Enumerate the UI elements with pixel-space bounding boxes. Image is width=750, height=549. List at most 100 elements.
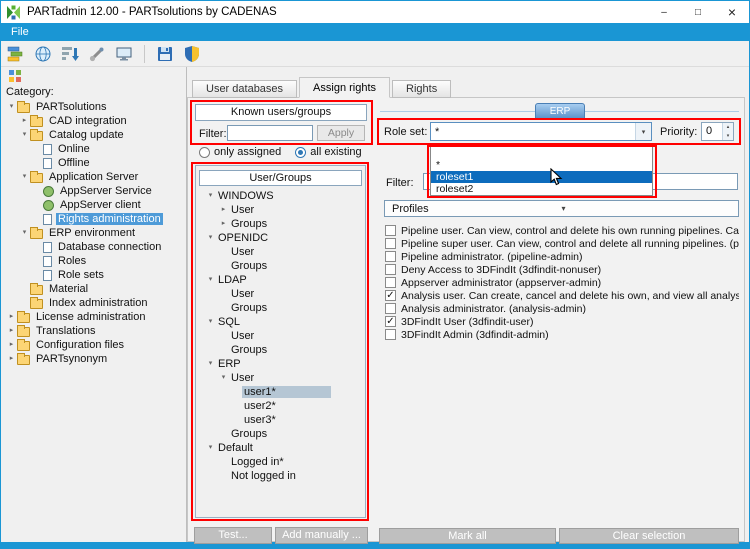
collapse-icon[interactable]: ▾ <box>205 315 216 329</box>
globe-icon[interactable] <box>33 44 53 64</box>
menu-file[interactable]: File <box>1 23 39 41</box>
category-tree-item[interactable]: ▸ License administration <box>4 310 185 324</box>
profile-checkbox[interactable] <box>385 303 396 314</box>
category-tree-item[interactable]: ▸ Translations <box>4 324 185 338</box>
profiles-header[interactable]: Profiles ▾ <box>384 200 739 217</box>
profile-checkbox[interactable]: ✓ <box>385 316 396 327</box>
tools-icon[interactable] <box>87 44 107 64</box>
category-tree-item[interactable]: Offline <box>4 156 185 170</box>
user-tree-item[interactable]: Groups <box>199 259 365 273</box>
roleset-option[interactable] <box>431 147 652 159</box>
user-tree-item[interactable]: User <box>199 329 365 343</box>
collapse-icon[interactable]: ▾ <box>205 357 216 371</box>
expand-icon[interactable]: ▸ <box>6 310 17 324</box>
user-tree-item[interactable]: ▾ Default <box>199 441 365 455</box>
apply-button[interactable]: Apply <box>317 125 365 141</box>
collapse-icon[interactable]: ▾ <box>205 189 216 203</box>
spinner-up-icon[interactable]: ▴ <box>723 123 733 132</box>
category-tree-item[interactable]: ▾ PARTsolutions <box>4 100 185 114</box>
category-tree-item[interactable]: Roles <box>4 254 185 268</box>
profile-checkbox[interactable] <box>385 225 396 236</box>
category-grid-icon[interactable] <box>8 69 22 86</box>
minimize-button[interactable]: – <box>647 1 681 23</box>
collapse-icon[interactable]: ▾ <box>205 273 216 287</box>
collapse-icon[interactable]: ▾ <box>218 371 229 385</box>
category-tree-item[interactable]: ▸ PARTsynonym <box>4 352 185 366</box>
user-tree-item[interactable]: ▾ SQL <box>199 315 365 329</box>
save-icon[interactable] <box>155 44 175 64</box>
user-tree-item[interactable]: ▸ User <box>199 203 365 217</box>
roleset-option[interactable]: roleset1 <box>431 171 652 183</box>
profile-checkbox[interactable]: ✓ <box>385 290 396 301</box>
radio-only-assigned[interactable] <box>199 146 210 158</box>
mark-all-button[interactable]: Mark all <box>379 528 556 544</box>
roleset-option[interactable]: roleset2 <box>431 183 652 195</box>
user-tree-item[interactable]: Groups <box>199 427 365 441</box>
expand-icon[interactable]: ▸ <box>6 338 17 352</box>
category-tree-item[interactable]: Database connection <box>4 240 185 254</box>
radio-all-existing[interactable] <box>295 146 307 158</box>
category-tree-item[interactable]: Material <box>4 282 185 296</box>
collapse-icon[interactable]: ▾ <box>205 231 216 245</box>
user-tree-item[interactable]: ▾ User <box>199 371 365 385</box>
category-tree-item[interactable]: ▸ CAD integration <box>4 114 185 128</box>
roleset-option[interactable]: * <box>431 159 652 171</box>
user-tree-item[interactable]: user3* <box>199 413 365 427</box>
catalog-icon[interactable] <box>6 44 26 64</box>
profile-checkbox[interactable] <box>385 238 396 249</box>
maximize-button[interactable]: □ <box>681 1 715 23</box>
expand-icon[interactable]: ▸ <box>218 217 229 231</box>
user-tree-item[interactable]: ▾ ERP <box>199 357 365 371</box>
expand-icon[interactable]: ▸ <box>6 352 17 366</box>
collapse-icon[interactable]: ▾ <box>6 100 17 114</box>
category-tree-item[interactable]: AppServer Service <box>4 184 185 198</box>
spinner-down-icon[interactable]: ▾ <box>723 131 733 140</box>
user-tree-item[interactable]: Not logged in <box>199 469 365 483</box>
category-tree-item[interactable]: Rights administration <box>4 212 185 226</box>
user-tree-item[interactable]: User <box>199 245 365 259</box>
collapse-icon[interactable]: ▾ <box>19 226 30 240</box>
role-set-combobox[interactable]: * ▾ <box>430 122 652 141</box>
category-tree-item[interactable]: Role sets <box>4 268 185 282</box>
test-button[interactable]: Test... <box>194 527 272 544</box>
shield-icon[interactable] <box>182 44 202 64</box>
user-tree-item[interactable]: User <box>199 287 365 301</box>
user-tree-item[interactable]: Groups <box>199 343 365 357</box>
users-filter-input[interactable] <box>227 125 313 141</box>
tab-user-databases[interactable]: User databases <box>192 80 298 98</box>
clear-selection-button[interactable]: Clear selection <box>559 528 739 544</box>
collapse-icon[interactable]: ▾ <box>19 128 30 142</box>
user-tree-item[interactable]: user2* <box>199 399 365 413</box>
user-tree-item[interactable]: ▾ OPENIDC <box>199 231 365 245</box>
collapse-icon[interactable]: ▾ <box>205 441 216 455</box>
user-tree-item[interactable]: Groups <box>199 301 365 315</box>
user-tree-item[interactable]: user1* <box>199 385 365 399</box>
priority-spinner[interactable]: 0 ▴ ▾ <box>701 122 734 141</box>
sort-icon[interactable] <box>60 44 80 64</box>
combo-dropdown-icon[interactable]: ▾ <box>635 123 651 140</box>
collapse-icon[interactable]: ▾ <box>19 170 30 184</box>
expand-icon[interactable]: ▸ <box>19 114 30 128</box>
user-tree-item[interactable]: ▾ WINDOWS <box>199 189 365 203</box>
add-manually-button[interactable]: Add manually ... <box>275 527 368 544</box>
user-tree-item[interactable]: Logged in* <box>199 455 365 469</box>
category-tree-item[interactable]: ▾ Application Server <box>4 170 185 184</box>
user-tree-item[interactable]: ▾ LDAP <box>199 273 365 287</box>
expand-icon[interactable]: ▸ <box>218 203 229 217</box>
profile-checkbox[interactable] <box>385 251 396 262</box>
category-tree-item[interactable]: ▸ Configuration files <box>4 338 185 352</box>
category-tree-item[interactable]: ▾ ERP environment <box>4 226 185 240</box>
profile-checkbox[interactable] <box>385 264 396 275</box>
monitor-icon[interactable] <box>114 44 134 64</box>
category-tree-item[interactable]: ▾ Catalog update <box>4 128 185 142</box>
user-tree-item[interactable]: ▸ Groups <box>199 217 365 231</box>
profile-checkbox[interactable] <box>385 277 396 288</box>
close-button[interactable]: × <box>715 1 749 23</box>
category-tree-item[interactable]: Index administration <box>4 296 185 310</box>
tab-assign-rights[interactable]: Assign rights <box>299 77 391 98</box>
profile-checkbox[interactable] <box>385 329 396 340</box>
tab-rights[interactable]: Rights <box>392 80 452 98</box>
expand-icon[interactable]: ▸ <box>6 324 17 338</box>
category-tree-item[interactable]: AppServer client <box>4 198 185 212</box>
category-tree-item[interactable]: Online <box>4 142 185 156</box>
